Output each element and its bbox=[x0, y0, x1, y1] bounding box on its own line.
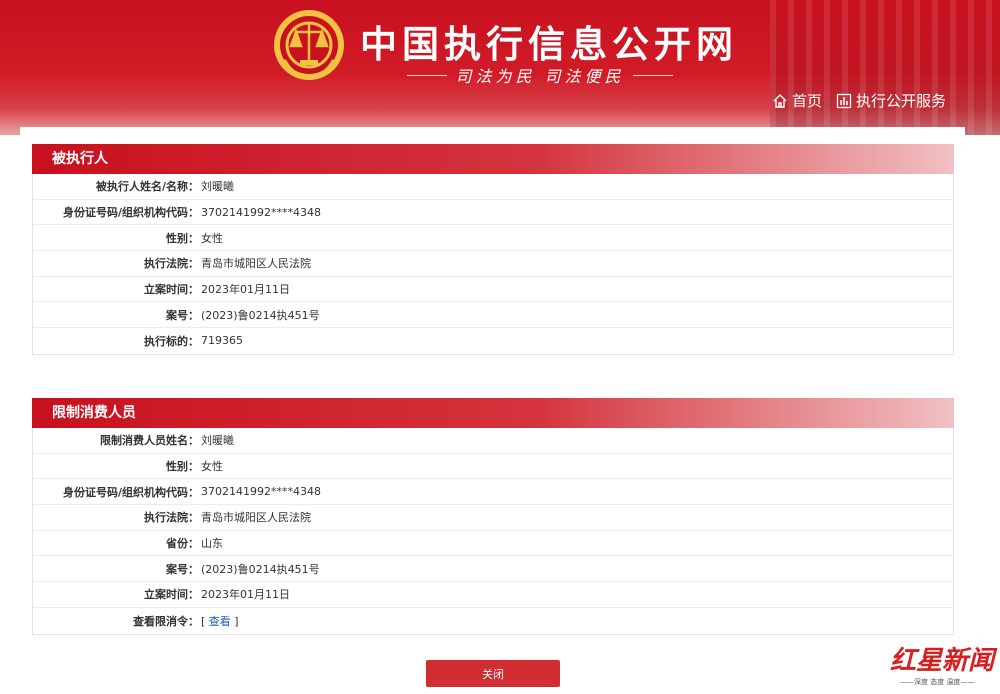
row-value: 3702141992****4348 bbox=[201, 485, 321, 499]
slogan: 司法为民 司法便民 bbox=[455, 67, 625, 86]
slogan-row: 司法为民 司法便民 bbox=[390, 64, 690, 86]
bracket-close: ] bbox=[230, 614, 239, 628]
slogan-divider-left bbox=[407, 74, 448, 76]
court-building-image bbox=[770, 0, 1000, 135]
top-nav: 首页 执行公开服务 bbox=[758, 90, 946, 111]
table-row: 身份证号码/组织机构代码： 3702141992****4348 bbox=[33, 479, 953, 506]
watermark-tagline: ——深度 态度 温度—— bbox=[900, 678, 975, 686]
nav-execution-service-label: 执行公开服务 bbox=[855, 92, 946, 110]
row-label: 查看限消令： bbox=[133, 614, 199, 628]
table-row: 查看限消令： [ 查看 ] bbox=[33, 608, 953, 634]
table-row: 案号： (2023)鲁0214执451号 bbox=[33, 556, 953, 583]
view-restriction-order-link[interactable]: 查看 bbox=[209, 615, 231, 628]
site-title: 中国执行信息公开网 bbox=[360, 23, 738, 66]
row-label: 省份： bbox=[166, 537, 199, 551]
table-row: 被执行人姓名/名称： 刘暖曦 bbox=[33, 174, 953, 200]
row-label: 身份证号码/组织机构代码： bbox=[62, 485, 199, 499]
row-value: 青岛市城阳区人民法院 bbox=[201, 257, 311, 271]
row-label: 限制消费人员姓名： bbox=[100, 434, 199, 448]
info-table: 被执行人姓名/名称： 刘暖曦 身份证号码/组织机构代码： 3702141992*… bbox=[32, 174, 954, 355]
content-panel: 被执行人 被执行人姓名/名称： 刘暖曦 身份证号码/组织机构代码： 370214… bbox=[20, 127, 965, 694]
row-value: 女性 bbox=[201, 460, 223, 474]
section-title: 被执行人 bbox=[32, 144, 954, 174]
row-label: 执行法院： bbox=[144, 511, 199, 525]
row-label: 执行法院： bbox=[144, 257, 199, 271]
row-label: 被执行人姓名/名称： bbox=[95, 180, 199, 194]
row-value: 刘暖曦 bbox=[201, 434, 234, 448]
table-row: 执行法院： 青岛市城阳区人民法院 bbox=[33, 251, 953, 277]
row-value: 青岛市城阳区人民法院 bbox=[201, 511, 311, 525]
table-row: 限制消费人员姓名： 刘暖曦 bbox=[33, 428, 953, 454]
section-consumption-restricted: 限制消费人员 限制消费人员姓名： 刘暖曦 性别： 女性 身份证号码/组织机构代码… bbox=[32, 398, 954, 635]
row-value: 3702141992****4348 bbox=[201, 205, 321, 219]
row-label: 身份证号码/组织机构代码： bbox=[62, 206, 199, 220]
court-emblem-icon bbox=[274, 10, 344, 81]
row-label: 案号： bbox=[166, 308, 199, 322]
nav-home-label: 首页 bbox=[791, 92, 822, 110]
bar-chart-icon bbox=[836, 93, 852, 108]
row-label: 性别： bbox=[166, 231, 199, 245]
row-value: 女性 bbox=[201, 231, 223, 245]
table-row: 立案时间： 2023年01月11日 bbox=[33, 582, 953, 608]
slogan-divider-right bbox=[632, 74, 673, 76]
site-header: 中国执行信息公开网 司法为民 司法便民 首页 执行公开服务 bbox=[0, 0, 1000, 135]
nav-execution-service[interactable]: 执行公开服务 bbox=[836, 90, 946, 111]
table-row: 身份证号码/组织机构代码： 3702141992****4348 bbox=[33, 200, 953, 226]
row-label: 案号： bbox=[166, 562, 199, 576]
row-label: 立案时间： bbox=[144, 588, 199, 602]
row-value: 2023年01月11日 bbox=[201, 588, 290, 602]
row-value: 刘暖曦 bbox=[201, 180, 234, 194]
table-row: 性别： 女性 bbox=[33, 454, 953, 480]
close-button[interactable]: 关闭 bbox=[426, 660, 560, 687]
table-row: 案号： (2023)鲁0214执451号 bbox=[33, 302, 953, 329]
table-row: 执行标的： 719365 bbox=[33, 328, 953, 354]
section-executed-person: 被执行人 被执行人姓名/名称： 刘暖曦 身份证号码/组织机构代码： 370214… bbox=[32, 144, 954, 355]
view-order-wrap: [ 查看 ] bbox=[201, 613, 239, 629]
row-label: 立案时间： bbox=[144, 283, 199, 297]
row-value: 2023年01月11日 bbox=[201, 283, 290, 297]
row-label: 性别： bbox=[166, 460, 199, 474]
row-value: 山东 bbox=[201, 537, 223, 551]
section-title: 限制消费人员 bbox=[32, 398, 954, 428]
table-row: 立案时间： 2023年01月11日 bbox=[33, 277, 953, 303]
table-row: 执行法院： 青岛市城阳区人民法院 bbox=[33, 505, 953, 531]
table-row: 省份： 山东 bbox=[33, 531, 953, 557]
row-value: 719365 bbox=[201, 334, 243, 348]
watermark-logo: 红星新闻 ——深度 态度 温度—— bbox=[890, 640, 996, 690]
watermark-brand: 红星新闻 bbox=[890, 646, 995, 676]
row-value: (2023)鲁0214执451号 bbox=[201, 308, 320, 322]
bracket-open: [ bbox=[201, 614, 209, 628]
info-table: 限制消费人员姓名： 刘暖曦 性别： 女性 身份证号码/组织机构代码： 37021… bbox=[32, 428, 954, 635]
table-row: 性别： 女性 bbox=[33, 225, 953, 252]
nav-home[interactable]: 首页 bbox=[772, 90, 822, 111]
home-icon bbox=[773, 93, 787, 108]
row-label: 执行标的： bbox=[144, 334, 199, 348]
row-value: (2023)鲁0214执451号 bbox=[201, 562, 320, 576]
